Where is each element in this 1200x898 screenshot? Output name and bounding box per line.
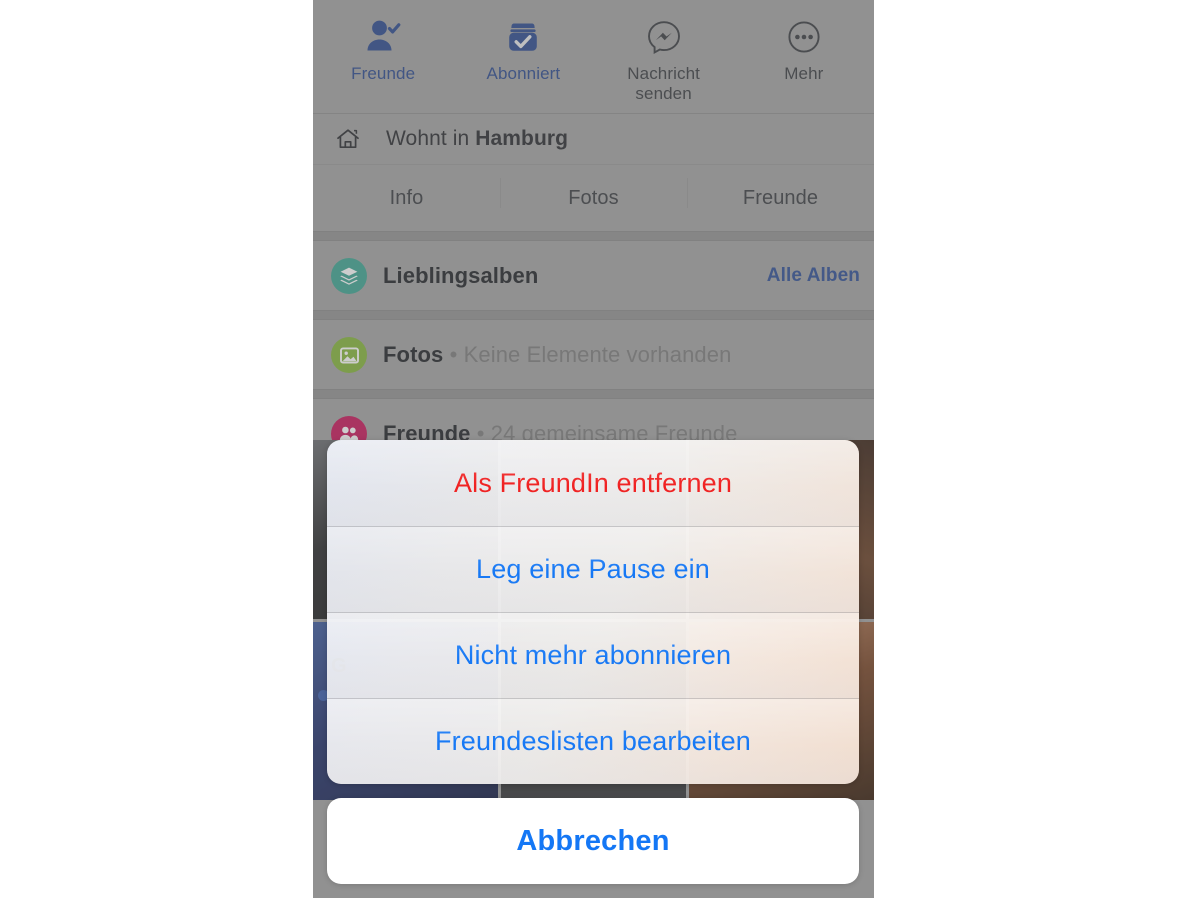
action-button-nachricht-senden[interactable]: Nachricht senden xyxy=(594,0,734,104)
hometown-text: Wohnt in Hamburg xyxy=(386,127,569,150)
section-separator xyxy=(313,389,874,399)
list-item-title: Fotos • Keine Elemente vorhanden xyxy=(383,342,732,367)
action-button-abonniert[interactable]: Abonniert xyxy=(453,0,593,84)
photo-icon xyxy=(331,337,367,373)
box-check-icon xyxy=(503,14,543,60)
action-label-abonniert: Abonniert xyxy=(486,64,561,83)
action-sheet: Als FreundIn entfernen Leg eine Pause ei… xyxy=(327,440,859,784)
section-separator xyxy=(313,231,874,241)
action-label-mehr: Mehr xyxy=(784,64,824,83)
action-label-nachricht-senden: Nachricht senden xyxy=(627,64,700,103)
profile-action-bar: Freunde Abonniert Nachricht senden Mehr xyxy=(313,0,874,114)
list-item-title: Lieblingsalben xyxy=(383,263,539,288)
action-sheet-cancel-button[interactable]: Abbrechen xyxy=(327,798,859,884)
action-sheet-button-take-a-break[interactable]: Leg eine Pause ein xyxy=(327,526,859,612)
ellipsis-circle-icon xyxy=(784,14,824,60)
action-sheet-button-edit-friend-lists[interactable]: Freundeslisten bearbeiten xyxy=(327,698,859,784)
person-check-icon xyxy=(363,14,403,60)
action-sheet-button-remove-friend[interactable]: Als FreundIn entfernen xyxy=(327,440,859,526)
messenger-icon xyxy=(644,14,684,60)
action-sheet-button-unfollow[interactable]: Nicht mehr abonnieren xyxy=(327,612,859,698)
link-alle-alben[interactable]: Alle Alben xyxy=(767,265,860,287)
list-item-lieblingsalben[interactable]: Lieblingsalben Alle Alben xyxy=(313,242,874,310)
action-button-freunde[interactable]: Freunde xyxy=(313,0,453,84)
action-button-mehr[interactable]: Mehr xyxy=(734,0,874,84)
action-label-freunde: Freunde xyxy=(351,64,416,83)
tab-freunde[interactable]: Freunde xyxy=(687,177,874,210)
home-icon xyxy=(334,126,362,152)
profile-detail-row-hometown[interactable]: Wohnt in Hamburg xyxy=(313,114,874,165)
profile-tabs: Info Fotos Freunde xyxy=(313,165,874,231)
tab-info[interactable]: Info xyxy=(313,187,500,210)
list-item-fotos[interactable]: Fotos • Keine Elemente vorhanden xyxy=(313,321,874,389)
phone-screen: Freunde Abonniert Nachricht senden Mehr … xyxy=(313,0,874,898)
section-separator xyxy=(313,310,874,320)
tab-fotos[interactable]: Fotos xyxy=(500,177,687,210)
screenshot-canvas: Freunde Abonniert Nachricht senden Mehr … xyxy=(0,0,1200,898)
albums-stack-icon xyxy=(331,258,367,294)
